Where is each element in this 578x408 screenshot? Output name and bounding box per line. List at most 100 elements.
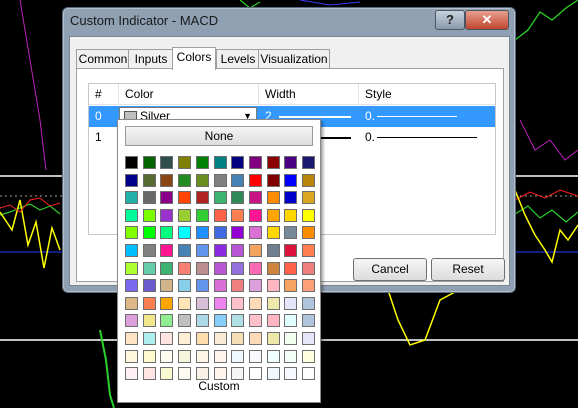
color-swatch-option[interactable] (195, 244, 209, 257)
color-swatch-option[interactable] (125, 226, 138, 240)
color-swatch-option[interactable] (125, 349, 138, 363)
color-swatch-option[interactable] (125, 296, 138, 310)
color-swatch-option[interactable] (195, 261, 209, 275)
color-swatch-option[interactable] (302, 349, 315, 363)
color-swatch-option[interactable] (160, 296, 174, 310)
color-swatch-option[interactable] (213, 208, 227, 222)
color-swatch-option[interactable] (160, 332, 174, 345)
color-swatch-option[interactable] (160, 279, 174, 293)
color-swatch-option[interactable] (195, 296, 209, 310)
color-swatch-option[interactable] (125, 173, 138, 187)
color-swatch-option[interactable] (302, 279, 315, 293)
color-swatch-option[interactable] (178, 173, 192, 187)
color-swatch-option[interactable] (284, 244, 298, 257)
color-swatch-option[interactable] (266, 156, 280, 169)
color-swatch-option[interactable] (302, 156, 315, 169)
color-swatch-option[interactable] (178, 208, 192, 222)
color-swatch-option[interactable] (142, 173, 156, 187)
color-swatch-option[interactable] (160, 156, 174, 169)
color-swatch-option[interactable] (142, 208, 156, 222)
style-cell[interactable]: 0. (359, 127, 495, 148)
color-swatch-option[interactable] (231, 156, 245, 169)
color-swatch-option[interactable] (125, 332, 138, 345)
color-swatch-option[interactable] (231, 314, 245, 328)
color-swatch-option[interactable] (178, 261, 192, 275)
color-swatch-option[interactable] (125, 208, 138, 222)
color-swatch-option[interactable] (142, 332, 156, 345)
color-swatch-option[interactable] (302, 261, 315, 275)
color-swatch-option[interactable] (142, 226, 156, 240)
color-swatch-option[interactable] (248, 349, 262, 363)
cancel-button[interactable]: Cancel (353, 258, 427, 281)
color-swatch-option[interactable] (248, 191, 262, 205)
color-swatch-option[interactable] (302, 208, 315, 222)
color-swatch-option[interactable] (142, 244, 156, 257)
color-swatch-option[interactable] (125, 314, 138, 328)
color-swatch-option[interactable] (248, 244, 262, 257)
color-swatch-option[interactable] (160, 226, 174, 240)
color-swatch-option[interactable] (142, 156, 156, 169)
color-swatch-option[interactable] (248, 226, 262, 240)
color-swatch-option[interactable] (284, 349, 298, 363)
color-swatch-option[interactable] (266, 332, 280, 345)
color-swatch-option[interactable] (284, 208, 298, 222)
color-swatch-option[interactable] (302, 244, 315, 257)
color-swatch-option[interactable] (125, 261, 138, 275)
color-swatch-option[interactable] (160, 349, 174, 363)
color-swatch-option[interactable] (195, 191, 209, 205)
color-swatch-option[interactable] (248, 332, 262, 345)
color-swatch-option[interactable] (284, 226, 298, 240)
color-swatch-option[interactable] (125, 191, 138, 205)
color-swatch-option[interactable] (248, 208, 262, 222)
color-swatch-option[interactable] (125, 279, 138, 293)
title-bar[interactable]: Custom Indicator - MACD ? ✕ (63, 8, 515, 34)
color-swatch-option[interactable] (195, 226, 209, 240)
column-header-number[interactable]: # (89, 84, 119, 105)
color-swatch-option[interactable] (213, 349, 227, 363)
color-swatch-option[interactable] (231, 244, 245, 257)
color-swatch-option[interactable] (266, 173, 280, 187)
color-swatch-option[interactable] (142, 296, 156, 310)
color-swatch-option[interactable] (302, 226, 315, 240)
reset-button[interactable]: Reset (431, 258, 505, 281)
color-swatch-option[interactable] (302, 296, 315, 310)
color-swatch-option[interactable] (178, 244, 192, 257)
color-swatch-option[interactable] (160, 191, 174, 205)
color-swatch-option[interactable] (213, 191, 227, 205)
none-color-button[interactable]: None (125, 126, 313, 146)
color-swatch-option[interactable] (266, 226, 280, 240)
color-swatch-option[interactable] (160, 173, 174, 187)
color-swatch-option[interactable] (266, 296, 280, 310)
color-swatch-option[interactable] (231, 191, 245, 205)
color-swatch-option[interactable] (284, 261, 298, 275)
color-swatch-option[interactable] (142, 191, 156, 205)
color-swatch-option[interactable] (178, 314, 192, 328)
color-swatch-option[interactable] (195, 314, 209, 328)
color-swatch-option[interactable] (178, 279, 192, 293)
color-swatch-option[interactable] (231, 349, 245, 363)
color-swatch-option[interactable] (213, 279, 227, 293)
color-swatch-option[interactable] (284, 332, 298, 345)
color-swatch-option[interactable] (302, 314, 315, 328)
color-swatch-option[interactable] (231, 173, 245, 187)
color-swatch-option[interactable] (195, 173, 209, 187)
color-swatch-option[interactable] (248, 261, 262, 275)
color-swatch-option[interactable] (125, 244, 138, 257)
color-swatch-option[interactable] (231, 208, 245, 222)
color-swatch-option[interactable] (125, 156, 138, 169)
column-header-color[interactable]: Color (119, 84, 259, 105)
color-swatch-option[interactable] (284, 156, 298, 169)
help-button[interactable]: ? (435, 10, 465, 30)
color-swatch-option[interactable] (266, 191, 280, 205)
color-swatch-option[interactable] (248, 296, 262, 310)
tab-levels[interactable]: Levels (216, 49, 260, 69)
tab-visualization[interactable]: Visualization (258, 49, 330, 69)
color-swatch-option[interactable] (248, 173, 262, 187)
color-swatch-option[interactable] (231, 226, 245, 240)
color-swatch-option[interactable] (195, 208, 209, 222)
color-swatch-option[interactable] (248, 279, 262, 293)
color-swatch-option[interactable] (213, 226, 227, 240)
color-swatch-option[interactable] (284, 296, 298, 310)
color-swatch-option[interactable] (213, 296, 227, 310)
color-swatch-option[interactable] (213, 173, 227, 187)
